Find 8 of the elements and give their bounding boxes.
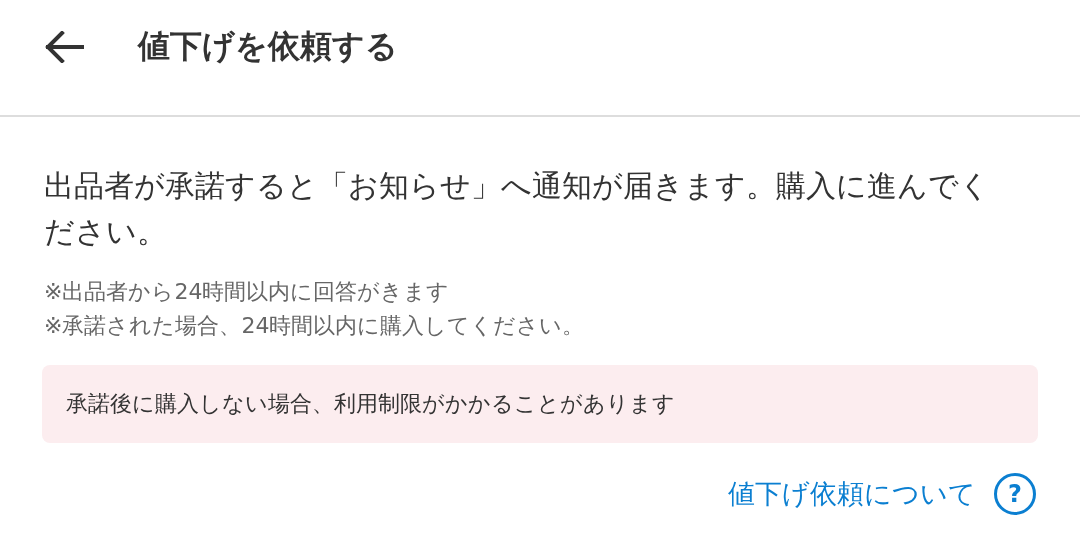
warning-banner: 承諾後に購入しない場合、利用制限がかかることがあります <box>42 365 1038 443</box>
note-text: ※承諾された場合、24時間以内に購入してください。 <box>44 312 586 340</box>
note-text: ※出品者から24時間以内に回答がきます <box>44 278 451 306</box>
info-message: 出品者が承諾すると「お知らせ」へ通知が届きます。購入に進んでください。 <box>44 167 991 251</box>
back-icon[interactable] <box>44 30 84 63</box>
help-icon[interactable]: ? <box>994 473 1036 515</box>
page-title: 値下げを依頼する <box>138 25 398 67</box>
help-link[interactable]: 値下げ依頼について <box>728 476 976 512</box>
